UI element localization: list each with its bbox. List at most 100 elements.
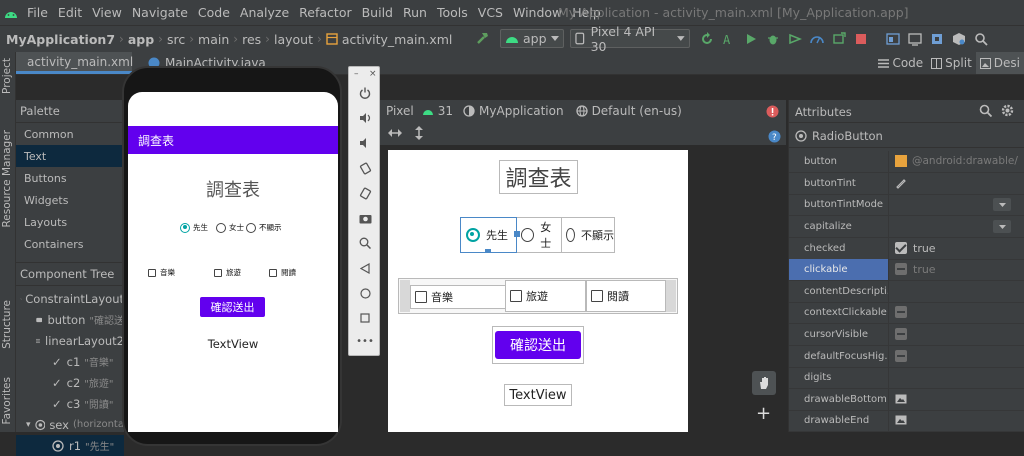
back-icon[interactable] [357, 260, 373, 276]
menu-navigate[interactable]: Navigate [127, 5, 193, 20]
chevron-down-icon[interactable] [993, 220, 1011, 233]
apply-changes-icon[interactable] [696, 28, 718, 50]
rotate-right-icon[interactable] [357, 185, 373, 201]
palette-category-text[interactable]: Text [16, 145, 124, 167]
breadcrumb-project[interactable]: MyApplication7 [6, 32, 115, 47]
tree-item-button[interactable]: button "確認送 [16, 309, 124, 330]
device-file-explorer-icon[interactable] [948, 28, 970, 50]
breadcrumb-main[interactable]: main [198, 32, 229, 47]
indeterminate-checkbox-icon[interactable] [895, 263, 907, 276]
layout-preview[interactable]: 調查表 先生 女士 不顯示 音樂 旅遊 閱讀 確認送出 TextView [388, 150, 688, 432]
preview-radio-r1[interactable]: 先生 [460, 217, 517, 253]
theme-dropdown[interactable]: MyApplication [479, 104, 564, 118]
tab-activity-main[interactable]: activity_main.xml [16, 52, 133, 74]
emulator-checkbox-c1[interactable]: 音樂 [148, 267, 175, 278]
pan-hand-icon[interactable] [752, 371, 776, 395]
preview-radio-r2[interactable]: 女士 [521, 217, 561, 253]
preview-radio-r3[interactable]: 不顯示 [561, 217, 615, 253]
rerun-icon[interactable] [740, 28, 762, 50]
attr-row-buttontint[interactable]: buttonTint [789, 173, 1024, 195]
breadcrumb-app[interactable]: app [128, 32, 154, 47]
attr-row-contentdescription[interactable]: contentDescripti... [789, 281, 1024, 303]
preview-textview[interactable]: TextView [504, 384, 572, 406]
indeterminate-checkbox-icon[interactable] [895, 328, 907, 341]
run-config-select[interactable]: app [500, 29, 564, 48]
profiler-icon[interactable] [806, 28, 828, 50]
resource-manager-tool-tab[interactable]: Resource Manager [1, 130, 13, 228]
emulator-submit-button[interactable]: 確認送出 [200, 297, 265, 317]
eyedropper-icon[interactable] [895, 177, 907, 190]
hammer-build-icon[interactable] [475, 30, 491, 46]
attr-row-cursorvisible[interactable]: cursorVisible [789, 324, 1024, 346]
emulator-checkbox-c3[interactable]: 閱讀 [269, 267, 296, 278]
volume-down-icon[interactable] [357, 135, 373, 151]
structure-tool-tab[interactable]: Structure [1, 300, 13, 349]
attr-row-buttontintmode[interactable]: buttonTintMode [789, 194, 1024, 216]
menu-edit[interactable]: Edit [53, 5, 87, 20]
gear-icon[interactable] [1001, 104, 1014, 117]
selection-handle[interactable] [514, 231, 520, 237]
camera-screenshot-icon[interactable] [357, 210, 373, 226]
preview-checkbox-c2[interactable]: 旅遊 [505, 280, 586, 312]
attr-row-digits[interactable]: digits [789, 367, 1024, 389]
attr-row-button[interactable]: button @android:drawable/ [789, 151, 1024, 173]
indeterminate-checkbox-icon[interactable] [895, 350, 907, 363]
menu-analyze[interactable]: Analyze [235, 5, 294, 20]
emulator-radio-r1[interactable]: 先生 [180, 222, 208, 233]
sdk-manager-icon[interactable] [926, 28, 948, 50]
palette-category-common[interactable]: Common [16, 123, 124, 145]
menu-view[interactable]: View [87, 5, 127, 20]
stop-icon[interactable] [850, 28, 872, 50]
tree-item-r1[interactable]: r1 "先生" [16, 435, 124, 456]
checked-checkbox-icon[interactable] [895, 242, 907, 255]
debug-icon[interactable] [762, 28, 784, 50]
breadcrumb-res[interactable]: res [242, 32, 261, 47]
locale-dropdown[interactable]: Default (en-us) [592, 104, 682, 118]
tree-item-linear-layout[interactable]: linearLayout2 [16, 330, 124, 351]
attach-debugger-icon[interactable] [828, 28, 850, 50]
project-tool-tab[interactable]: Project [1, 58, 13, 94]
attr-row-contextclickable[interactable]: contextClickable [789, 302, 1024, 324]
volume-up-icon[interactable] [357, 110, 373, 126]
vertical-resize-icon[interactable] [414, 126, 424, 140]
menu-file[interactable]: File [22, 5, 53, 20]
attr-row-checked[interactable]: checked true [789, 238, 1024, 260]
device-dropdown[interactable]: Pixel [386, 104, 414, 118]
zoom-icon[interactable] [357, 235, 373, 251]
menu-build[interactable]: Build [357, 5, 398, 20]
close-icon[interactable]: × [369, 69, 377, 79]
coverage-icon[interactable] [784, 28, 806, 50]
breadcrumb-src[interactable]: src [167, 32, 185, 47]
menu-code[interactable]: Code [193, 5, 235, 20]
emulator-radio-r2[interactable]: 女士 [216, 222, 244, 233]
code-view-button[interactable]: Code [874, 56, 927, 70]
minimize-icon[interactable]: – [354, 69, 359, 79]
avd-manager-icon[interactable] [904, 28, 926, 50]
search-icon[interactable] [979, 104, 992, 117]
error-icon[interactable] [766, 105, 779, 118]
selection-handle[interactable] [485, 249, 491, 252]
home-icon[interactable] [357, 285, 373, 301]
rotate-left-icon[interactable] [357, 160, 373, 176]
zoom-in-icon[interactable]: + [756, 403, 771, 424]
favorites-tool-tab[interactable]: Favorites [1, 377, 13, 424]
palette-category-buttons[interactable]: Buttons [16, 167, 124, 189]
image-picker-icon[interactable] [895, 394, 907, 404]
preview-heading[interactable]: 調查表 [499, 160, 578, 194]
preview-submit-button[interactable]: 確認送出 [495, 331, 581, 359]
tree-item-c1[interactable]: ✓ c1 "音樂" [16, 351, 124, 372]
breadcrumb-file[interactable]: activity_main.xml [326, 32, 452, 47]
attr-row-defaultfocushighlight[interactable]: defaultFocusHig... [789, 346, 1024, 368]
palette-category-layouts[interactable]: Layouts [16, 211, 124, 233]
attr-row-capitalize[interactable]: capitalize [789, 216, 1024, 238]
apply-code-changes-icon[interactable]: A [718, 28, 740, 50]
device-select[interactable]: Pixel 4 API 30 [570, 24, 690, 54]
api-level-dropdown[interactable]: 31 [438, 104, 453, 118]
indeterminate-checkbox-icon[interactable] [895, 306, 907, 319]
menu-tools[interactable]: Tools [432, 5, 473, 20]
attr-row-clickable[interactable]: clickable true [789, 259, 1024, 281]
tree-item-c2[interactable]: ✓ c2 "旅遊" [16, 372, 124, 393]
tree-item-constraint-layout[interactable]: ConstraintLayout [16, 288, 124, 309]
preview-checkbox-c3[interactable]: 閱讀 [586, 280, 666, 312]
emulator-screen[interactable]: 調查表 調查表 先生 女士 不顯示 音樂 旅遊 閱讀 確認送出 TextView [128, 92, 338, 432]
